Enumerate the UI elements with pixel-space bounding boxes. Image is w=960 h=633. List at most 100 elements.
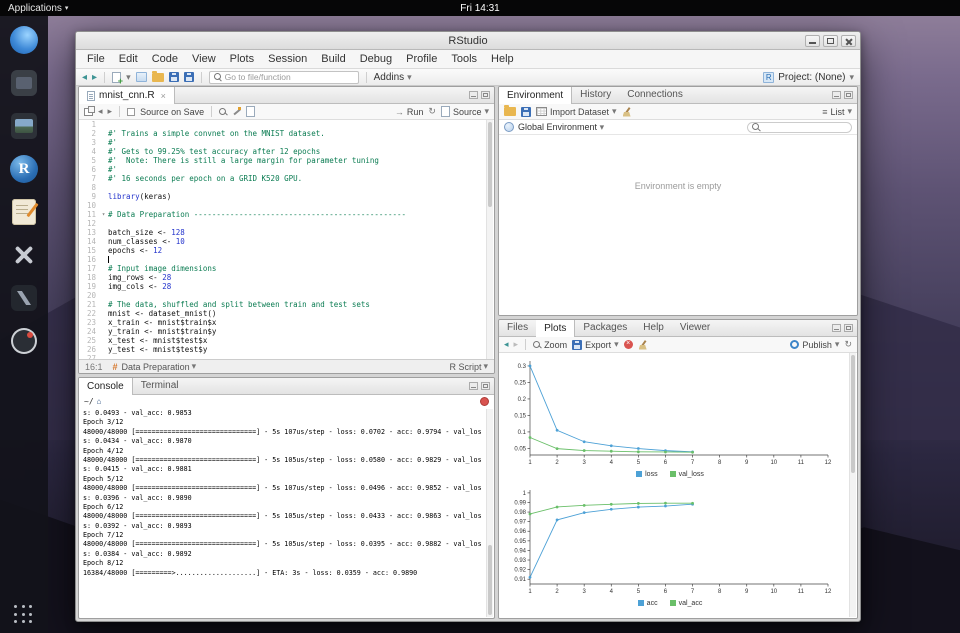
code-tools-icon[interactable]	[232, 107, 241, 116]
code-line-12[interactable]: 12	[79, 219, 494, 228]
source-on-save-checkbox[interactable]	[127, 108, 135, 116]
rerun-icon[interactable]: ↻	[428, 106, 436, 117]
compile-report-icon[interactable]	[246, 106, 255, 117]
new-file-caret-icon[interactable]: ▾	[126, 72, 131, 83]
save-workspace-icon[interactable]	[521, 107, 531, 117]
source-button[interactable]: Source ▾	[441, 106, 489, 117]
next-plot-icon[interactable]: ▸	[514, 339, 519, 350]
code-line-5[interactable]: 5#' Note: There is still a large margin …	[79, 156, 494, 165]
maximize-pane-button[interactable]	[844, 91, 853, 99]
code-line-19[interactable]: 19img_cols <- 28	[79, 282, 494, 291]
code-line-17[interactable]: 17# Input image dimensions	[79, 264, 494, 273]
clear-plots-icon[interactable]	[638, 340, 648, 350]
tab-viewer[interactable]: Viewer	[672, 320, 718, 336]
code-line-2[interactable]: 2#' Trains a simple convnet on the MNIST…	[79, 129, 494, 138]
zoom-button[interactable]: Zoom	[533, 340, 567, 350]
dock-icon-text-editor[interactable]	[8, 196, 40, 228]
window-title-bar[interactable]: RStudio	[76, 32, 860, 50]
code-line-6[interactable]: 6#'	[79, 165, 494, 174]
applications-menu[interactable]: Applications ▾	[0, 3, 76, 14]
import-dataset-dropdown[interactable]: Import Dataset ▾	[536, 106, 617, 117]
code-line-3[interactable]: 3#'	[79, 138, 494, 147]
refresh-icon[interactable]: ↻	[844, 339, 852, 350]
code-line-8[interactable]: 8	[79, 183, 494, 192]
system-clock[interactable]: Fri 14:31	[460, 3, 499, 14]
menu-edit[interactable]: Edit	[112, 50, 145, 69]
close-tab-icon[interactable]: ×	[161, 88, 166, 104]
dock-icon-browser[interactable]	[8, 24, 40, 56]
maximize-pane-button[interactable]	[481, 91, 490, 99]
home-icon[interactable]: ⌂	[97, 397, 102, 406]
menu-help[interactable]: Help	[484, 50, 521, 69]
close-button[interactable]	[841, 35, 856, 47]
menu-session[interactable]: Session	[261, 50, 314, 69]
dock-icon-recorder[interactable]	[8, 325, 40, 357]
nav-back-icon[interactable]: ◂	[98, 106, 103, 117]
tab-console[interactable]: Console	[79, 378, 133, 395]
dock-icon-dark-app[interactable]	[8, 282, 40, 314]
environment-search-input[interactable]	[747, 122, 852, 133]
editor-scrollbar[interactable]	[486, 120, 493, 359]
code-line-10[interactable]: 10	[79, 201, 494, 210]
tab-help[interactable]: Help	[635, 320, 672, 336]
forward-icon[interactable]: ▸	[92, 72, 97, 83]
tab-mnist-cnn-r[interactable]: mnist_cnn.R ×	[79, 87, 175, 104]
code-editor[interactable]: 12#' Trains a simple convnet on the MNIS…	[79, 120, 494, 359]
remove-plot-icon[interactable]: ×	[624, 340, 633, 349]
back-icon[interactable]: ◂	[82, 72, 87, 83]
environment-scope-dropdown[interactable]: Global Environment ▾	[518, 122, 604, 133]
list-view-dropdown[interactable]: ≡ List ▾	[822, 106, 852, 117]
dock-icon-rstudio[interactable]: R	[8, 153, 40, 185]
tab-terminal[interactable]: Terminal	[133, 378, 187, 394]
project-selector[interactable]: R Project: (None) ▾	[763, 72, 854, 83]
tab-packages[interactable]: Packages	[575, 320, 635, 336]
scrollbar-thumb[interactable]	[488, 122, 492, 207]
dock-icon-tools[interactable]	[8, 239, 40, 271]
code-line-23[interactable]: 23x_train <- mnist$train$x	[79, 318, 494, 327]
code-line-4[interactable]: 4#' Gets to 99.25% test accuracy after 1…	[79, 147, 494, 156]
plots-scrollbar[interactable]	[849, 353, 856, 617]
menu-debug[interactable]: Debug	[353, 50, 399, 69]
code-line-25[interactable]: 25x_test <- mnist$test$x	[79, 336, 494, 345]
dock-icon-image-viewer[interactable]	[8, 110, 40, 142]
menu-file[interactable]: File	[80, 50, 112, 69]
menu-build[interactable]: Build	[314, 50, 352, 69]
code-line-13[interactable]: 13batch_size <- 128	[79, 228, 494, 237]
new-file-icon[interactable]	[112, 72, 121, 83]
save-all-icon[interactable]	[184, 72, 194, 82]
open-file-icon[interactable]	[152, 73, 164, 82]
popout-icon[interactable]	[84, 108, 93, 116]
scope-selector[interactable]: # Data Preparation ▾	[113, 361, 197, 372]
scrollbar-thumb[interactable]	[851, 355, 855, 473]
show-applications-button[interactable]	[14, 605, 34, 625]
file-type-selector[interactable]: R Script ▾	[449, 361, 488, 372]
code-line-9[interactable]: 9library(keras)	[79, 192, 494, 201]
clear-objects-icon[interactable]	[622, 107, 632, 117]
dock-icon-files[interactable]	[8, 67, 40, 99]
nav-forward-icon[interactable]: ▸	[108, 106, 113, 117]
new-project-icon[interactable]	[136, 72, 147, 82]
previous-plot-icon[interactable]: ◂	[504, 339, 509, 350]
tab-environment[interactable]: Environment	[499, 87, 572, 104]
code-line-15[interactable]: 15epochs <- 12	[79, 246, 494, 255]
code-line-20[interactable]: 20	[79, 291, 494, 300]
export-dropdown[interactable]: Export ▾	[572, 339, 619, 350]
code-line-11[interactable]: 11▾# Data Preparation ------------------…	[79, 210, 494, 219]
minimize-button[interactable]	[805, 35, 820, 47]
tab-files[interactable]: Files	[499, 320, 536, 336]
code-line-26[interactable]: 26y_test <- mnist$test$y	[79, 345, 494, 354]
code-line-21[interactable]: 21# The data, shuffled and split between…	[79, 300, 494, 309]
code-line-7[interactable]: 7#' 16 seconds per epoch on a GRID K520 …	[79, 174, 494, 183]
tab-connections[interactable]: Connections	[619, 87, 691, 103]
addins-dropdown[interactable]: Addins ▾	[374, 72, 412, 83]
code-line-24[interactable]: 24y_train <- mnist$train$y	[79, 327, 494, 336]
minimize-pane-button[interactable]	[832, 91, 841, 99]
tab-plots[interactable]: Plots	[536, 320, 575, 337]
minimize-pane-button[interactable]	[469, 382, 478, 390]
menu-profile[interactable]: Profile	[399, 50, 444, 69]
code-line-1[interactable]: 1	[79, 120, 494, 129]
maximize-pane-button[interactable]	[844, 324, 853, 332]
code-line-16[interactable]: 16	[79, 255, 494, 264]
save-icon[interactable]	[169, 72, 179, 82]
code-line-22[interactable]: 22mnist <- dataset_mnist()	[79, 309, 494, 318]
